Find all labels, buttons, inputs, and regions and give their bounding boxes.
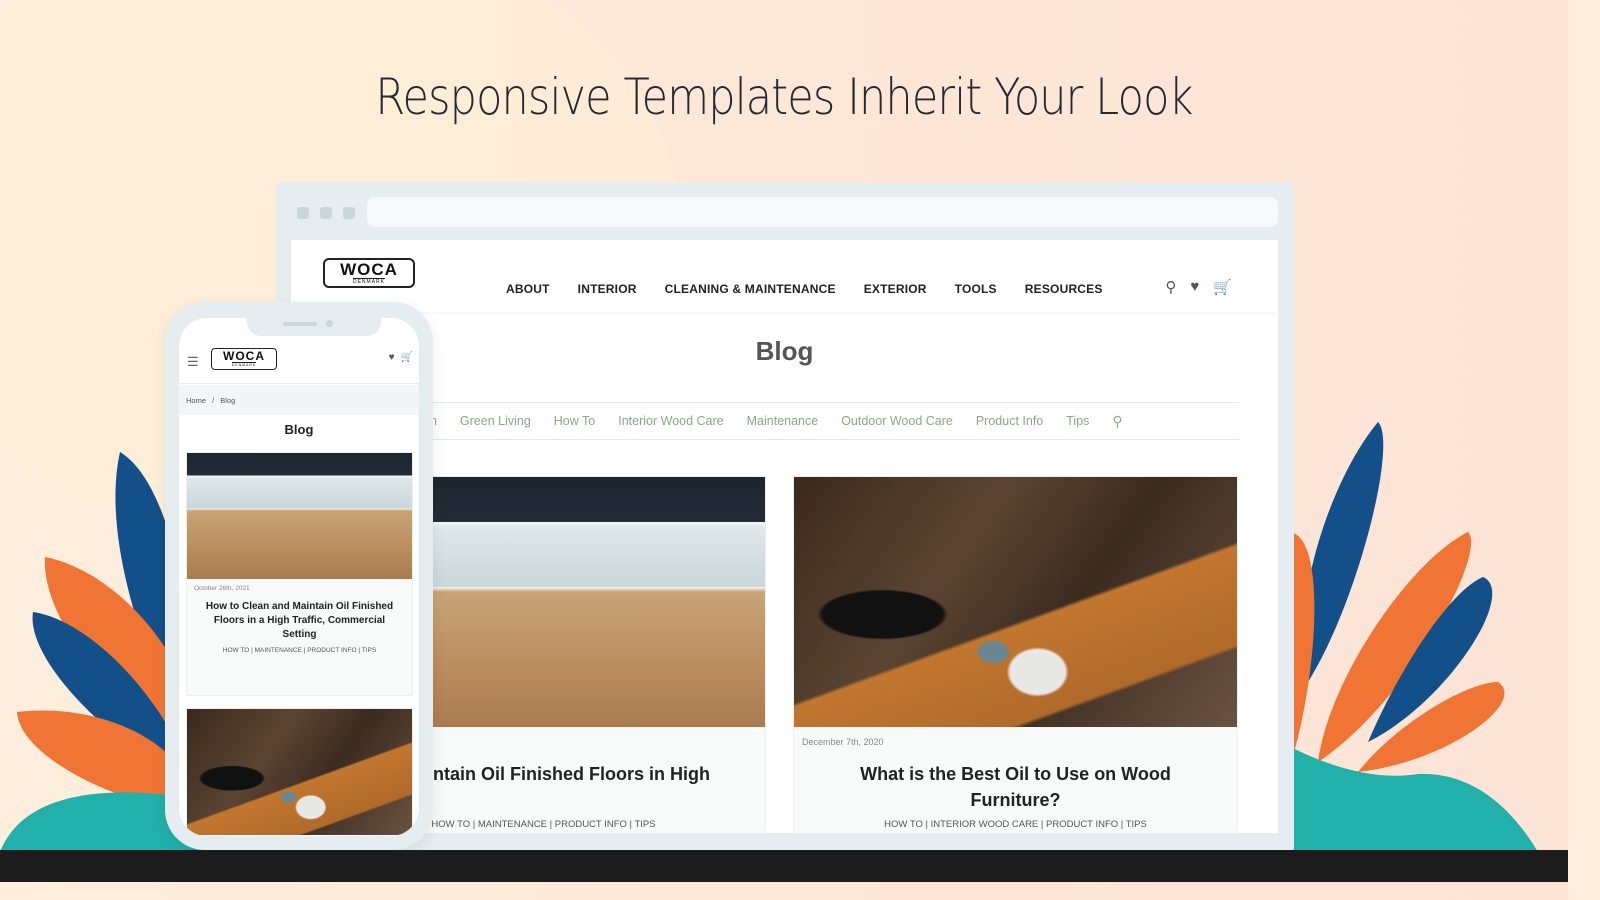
category-tips[interactable]: Tips xyxy=(1066,414,1089,428)
mobile-page-title: Blog xyxy=(284,422,314,437)
post-title[interactable]: How to Clean and Maintain Oil Finished F… xyxy=(187,600,412,642)
phone-speaker xyxy=(283,322,317,326)
search-icon[interactable]: ⚲ xyxy=(1165,278,1176,296)
bottom-bar xyxy=(0,850,1568,882)
category-product-info[interactable]: Product Info xyxy=(976,414,1043,428)
page-title: Blog xyxy=(755,336,814,366)
header-icons: ⚲ ♥ 🛒 xyxy=(1165,278,1232,296)
category-search-icon[interactable]: ⚲ xyxy=(1112,413,1122,430)
main-nav: ABOUT INTERIOR CLEANING & MAINTENANCE EX… xyxy=(506,282,1103,296)
breadcrumb: Home / Blog xyxy=(179,385,419,415)
post-image-coffee[interactable] xyxy=(794,477,1237,727)
post-date: October 26th, 2021 xyxy=(194,585,250,592)
nav-interior[interactable]: INTERIOR xyxy=(578,282,637,296)
mobile-screen: ☰ WOCA DENMARK ♥ 🛒 Home / Blog Blog Octo… xyxy=(179,318,419,836)
desktop-viewport: WOCA DENMARK ABOUT INTERIOR CLEANING & M… xyxy=(291,240,1278,833)
site-header: WOCA DENMARK ABOUT INTERIOR CLEANING & M… xyxy=(291,240,1278,312)
category-how-to[interactable]: How To xyxy=(554,414,595,428)
window-dot xyxy=(297,207,309,219)
logo-sub: DENMARK xyxy=(352,278,385,285)
mobile-header: ☰ WOCA DENMARK ♥ 🛒 xyxy=(179,340,419,384)
nav-exterior[interactable]: EXTERIOR xyxy=(864,282,927,296)
category-interior-wood-care[interactable]: Interior Wood Care xyxy=(618,414,723,428)
post-image-restaurant[interactable] xyxy=(187,453,412,579)
hamburger-menu-icon[interactable]: ☰ xyxy=(187,354,199,370)
logo-word: WOCA xyxy=(223,349,265,364)
post-title[interactable]: What is the Best Oil to Use on Wood Furn… xyxy=(794,761,1237,813)
breadcrumb-home[interactable]: Home xyxy=(186,396,206,405)
window-dot xyxy=(343,207,355,219)
mobile-blog-card[interactable] xyxy=(186,708,413,835)
post-date: December 7th, 2020 xyxy=(802,737,884,747)
post-image-coffee[interactable] xyxy=(187,709,412,835)
woca-logo[interactable]: WOCA DENMARK xyxy=(323,258,415,288)
woca-logo[interactable]: WOCA DENMARK xyxy=(211,348,277,370)
logo-word: WOCA xyxy=(340,260,398,279)
nav-about[interactable]: ABOUT xyxy=(506,282,550,296)
heart-icon[interactable]: ♥ xyxy=(1190,278,1199,296)
phone-camera xyxy=(326,320,333,327)
category-outdoor-wood-care[interactable]: Outdoor Wood Care xyxy=(841,414,953,428)
decorative-leaves-right xyxy=(1248,422,1538,852)
blog-card[interactable]: December 7th, 2020 What is the Best Oil … xyxy=(793,476,1238,833)
category-green-living[interactable]: Green Living xyxy=(460,414,531,428)
cart-icon[interactable]: 🛒 xyxy=(1213,278,1232,296)
post-tags[interactable]: HOW TO | MAINTENANCE | PRODUCT INFO | TI… xyxy=(187,647,412,654)
headline: Responsive Templates Inherit Your Look xyxy=(375,68,1193,126)
cart-icon[interactable]: 🛒 xyxy=(401,352,413,363)
window-controls xyxy=(297,207,355,219)
nav-tools[interactable]: TOOLS xyxy=(955,282,997,296)
category-bar: gn Green Living How To Interior Wood Car… xyxy=(411,402,1239,440)
url-bar[interactable] xyxy=(367,197,1278,227)
mobile-phone-mockup: ☰ WOCA DENMARK ♥ 🛒 Home / Blog Blog Octo… xyxy=(165,302,433,850)
post-tags[interactable]: HOW TO | INTERIOR WOOD CARE | PRODUCT IN… xyxy=(794,819,1237,830)
category-maintenance[interactable]: Maintenance xyxy=(747,414,819,428)
phone-notch xyxy=(247,318,381,336)
window-dot xyxy=(320,207,332,219)
heart-icon[interactable]: ♥ xyxy=(389,352,395,363)
nav-resources[interactable]: RESOURCES xyxy=(1025,282,1103,296)
nav-cleaning-maintenance[interactable]: CLEANING & MAINTENANCE xyxy=(665,282,836,296)
breadcrumb-current: Blog xyxy=(220,396,236,405)
logo-sub: DENMARK xyxy=(231,362,257,368)
mobile-header-icons: ♥ 🛒 xyxy=(389,352,413,363)
mobile-blog-card[interactable]: October 26th, 2021 How to Clean and Main… xyxy=(186,452,413,696)
breadcrumb-separator: / xyxy=(212,396,215,405)
